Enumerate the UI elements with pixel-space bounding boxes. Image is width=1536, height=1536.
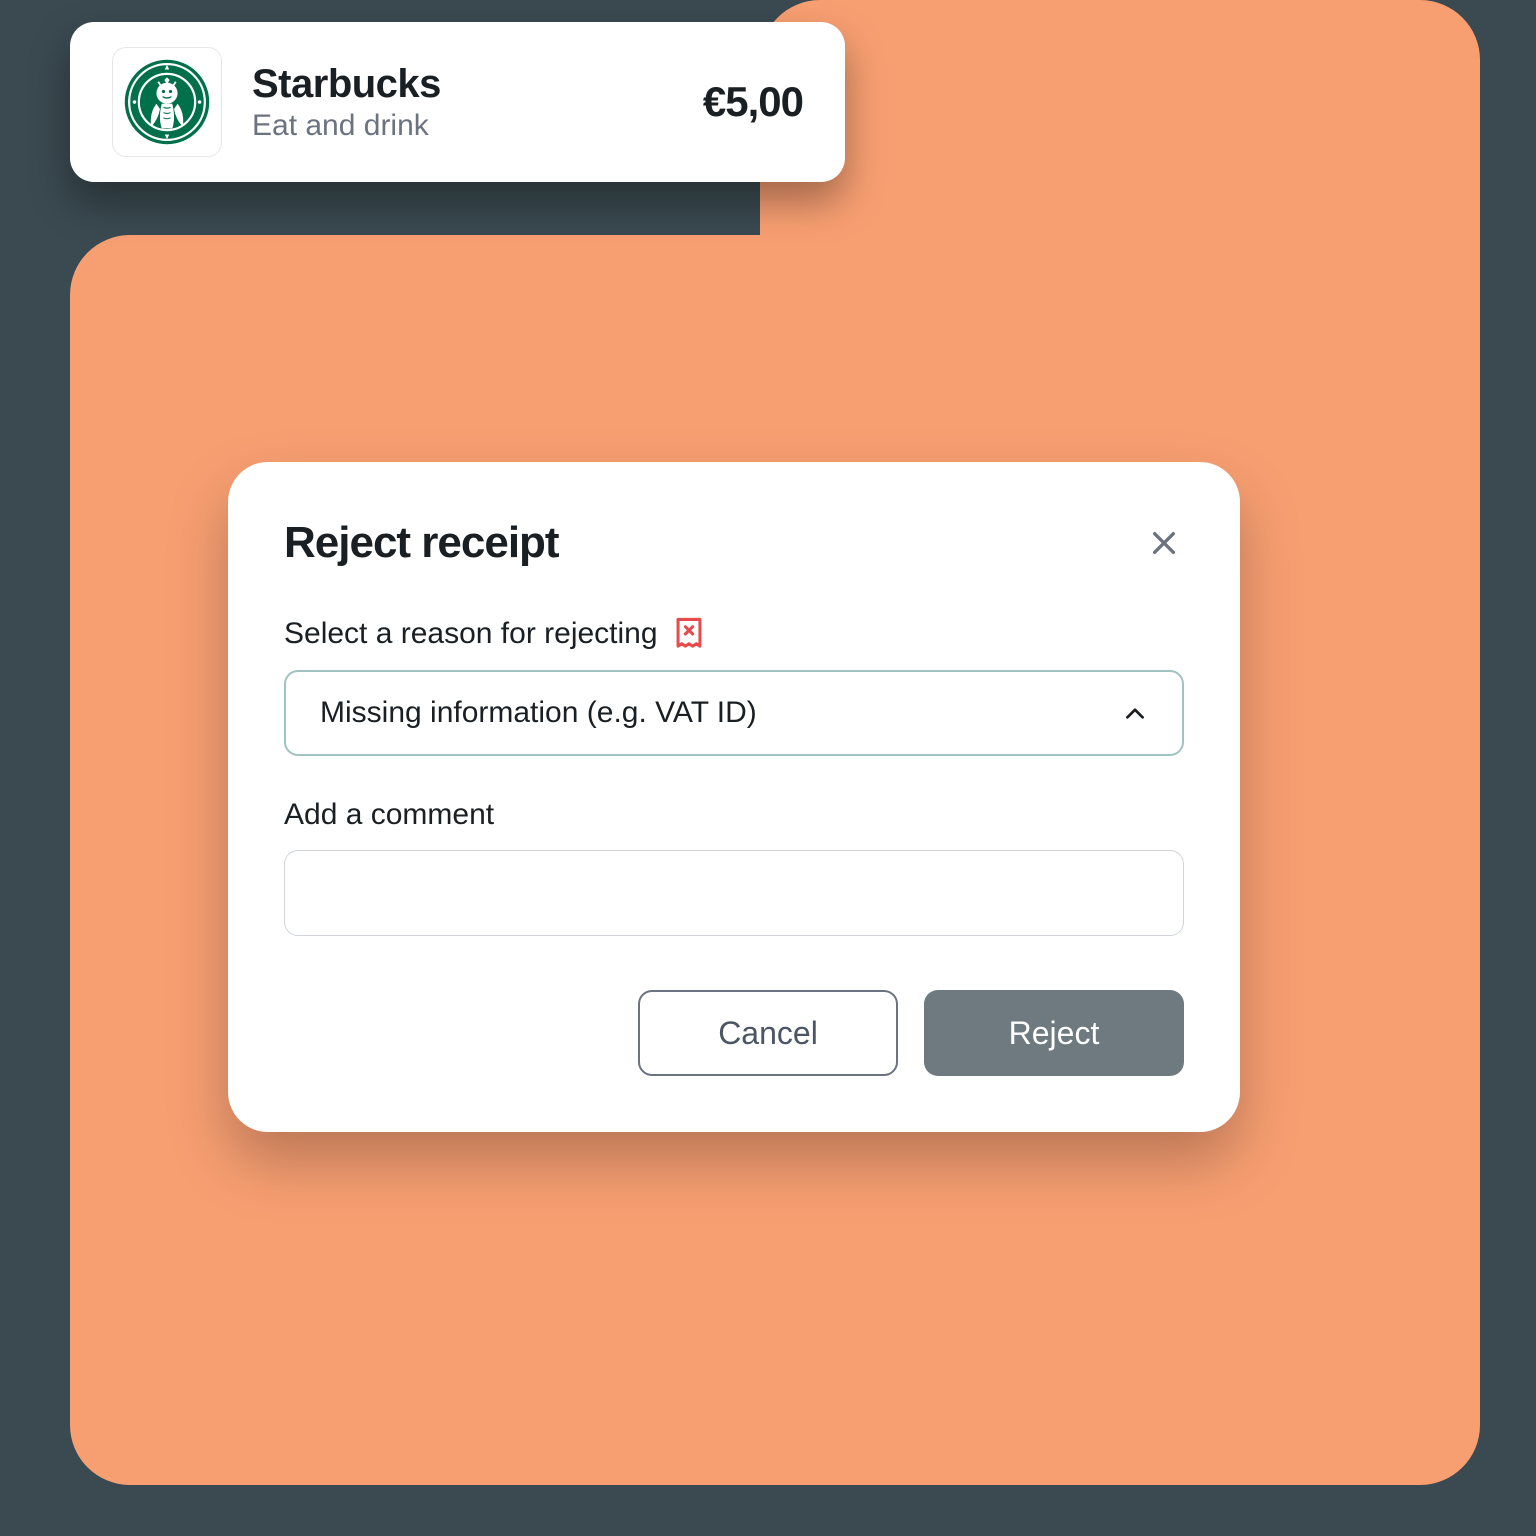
merchant-category: Eat and drink — [252, 109, 703, 143]
cancel-button[interactable]: Cancel — [638, 990, 898, 1076]
transaction-amount: €5,00 — [703, 78, 803, 126]
reason-select[interactable]: Missing information (e.g. VAT ID) — [284, 670, 1184, 756]
dialog-title: Reject receipt — [284, 518, 559, 568]
merchant-name: Starbucks — [252, 62, 703, 107]
chevron-up-icon — [1122, 700, 1148, 726]
merchant-logo — [112, 47, 222, 157]
reason-label-row: Select a reason for rejecting — [284, 616, 1184, 652]
close-button[interactable] — [1144, 523, 1184, 563]
reason-selected-value: Missing information (e.g. VAT ID) — [320, 696, 757, 730]
receipt-reject-icon — [672, 616, 706, 652]
dialog-actions: Cancel Reject — [284, 990, 1184, 1076]
comment-label: Add a comment — [284, 798, 1184, 832]
dialog-header: Reject receipt — [284, 518, 1184, 568]
transaction-card[interactable]: Starbucks Eat and drink €5,00 — [70, 22, 845, 182]
close-icon — [1148, 527, 1180, 559]
reject-receipt-dialog: Reject receipt Select a reason for rejec… — [228, 462, 1240, 1132]
merchant-info: Starbucks Eat and drink — [252, 62, 703, 143]
starbucks-logo-icon — [123, 58, 211, 146]
reason-label: Select a reason for rejecting — [284, 617, 658, 651]
comment-input[interactable] — [284, 850, 1184, 936]
reject-button[interactable]: Reject — [924, 990, 1184, 1076]
